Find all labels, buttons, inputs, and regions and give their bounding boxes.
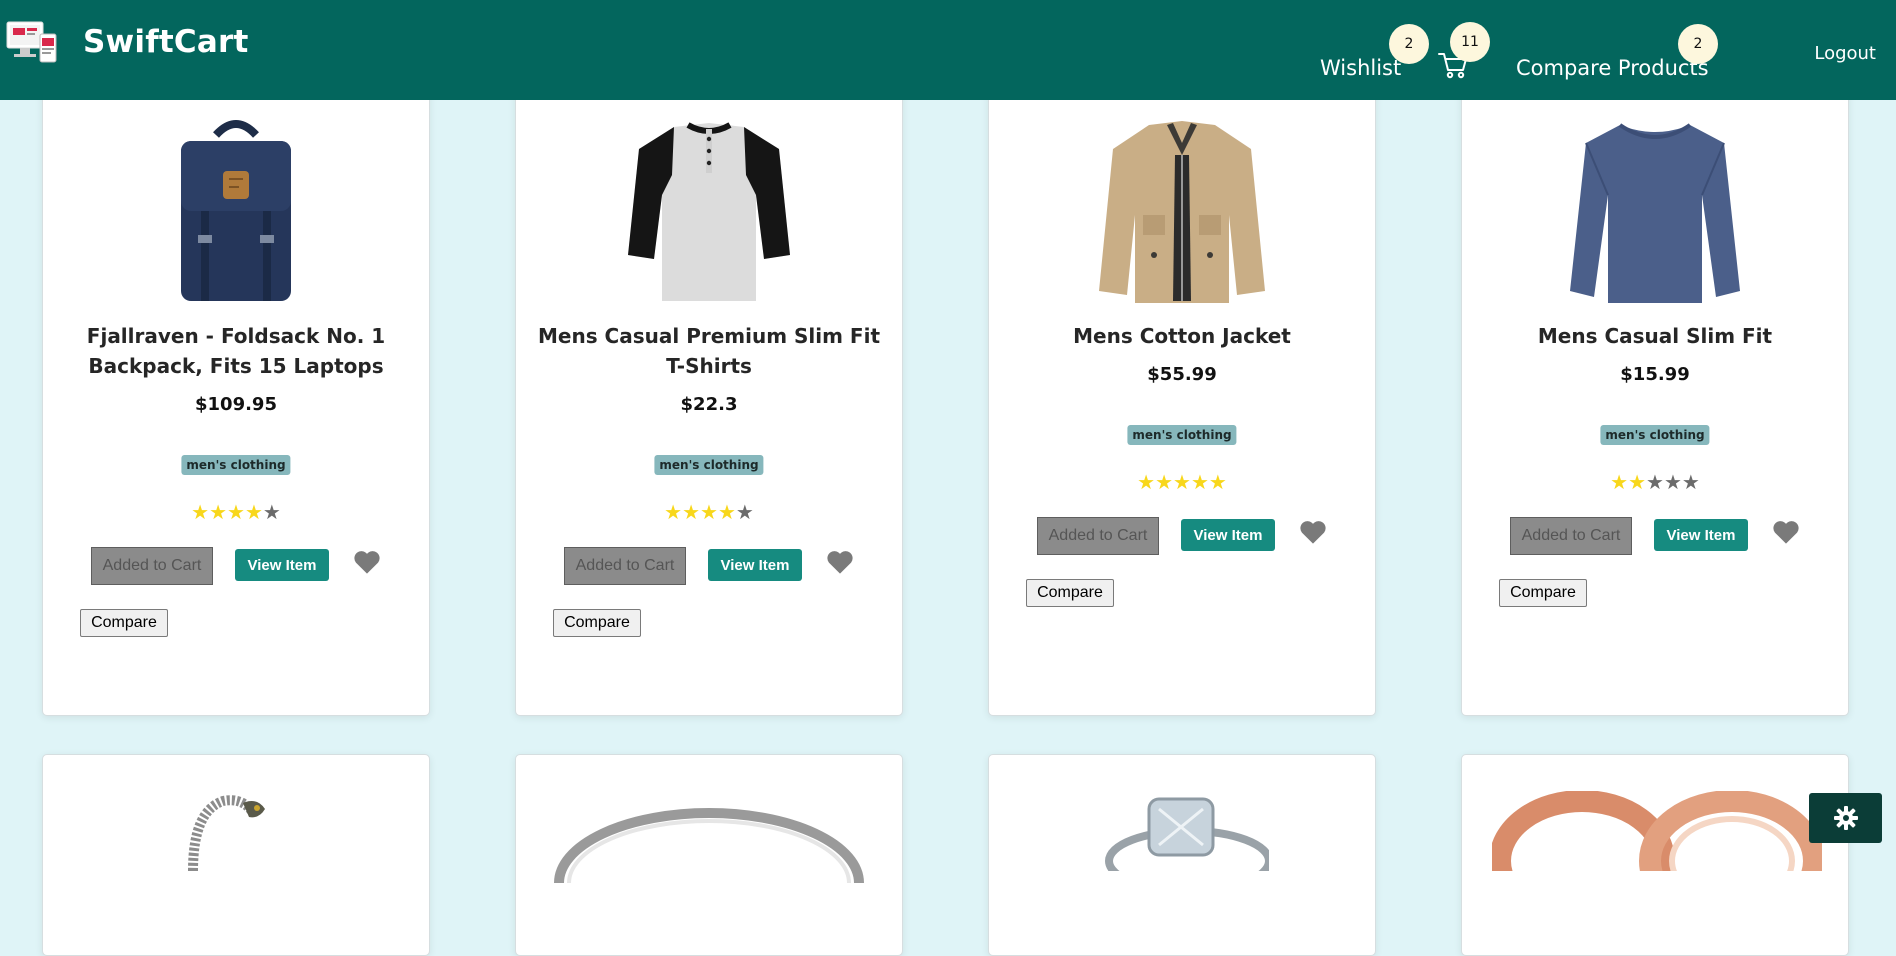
star-icon: ★ (1173, 470, 1191, 494)
star-icon: ★ (1628, 470, 1647, 494)
star-icon: ★ (717, 500, 736, 524)
heart-icon[interactable] (1299, 519, 1327, 545)
rating-stars: ★★★★★ (1462, 471, 1848, 493)
brand-name[interactable]: SwiftCart (83, 24, 248, 60)
view-item-button[interactable]: View Item (1654, 519, 1748, 551)
compare-products-link[interactable]: Compare Products (1516, 56, 1709, 80)
compare-button[interactable]: Compare (553, 609, 641, 637)
product-card: Mens Cotton Jacket $55.99 men's clothing… (988, 60, 1376, 716)
product-title[interactable]: Mens Cotton Jacket (1009, 321, 1355, 351)
compare-button[interactable]: Compare (1026, 579, 1114, 607)
product-price: $15.99 (1620, 364, 1690, 385)
star-icon: ★ (227, 500, 245, 524)
rating-stars: ★★★★★ (989, 471, 1375, 493)
compare-count-badge: 2 (1678, 24, 1718, 64)
product-price: $55.99 (1147, 364, 1217, 385)
compare-button[interactable]: Compare (80, 609, 168, 637)
star-icon: ★ (191, 500, 210, 524)
raglan-shirt-image[interactable] (614, 115, 804, 307)
long-sleeve-shirt-image[interactable] (1560, 115, 1750, 307)
star-icon: ★ (1137, 470, 1156, 494)
bracelet-image[interactable] (173, 791, 293, 871)
product-card: Mens Casual Slim Fit $15.99 men's clothi… (1461, 60, 1849, 716)
star-icon: ★ (1208, 470, 1227, 494)
category-badge: men's clothing (1127, 425, 1237, 445)
added-to-cart-button[interactable]: Added to Cart (564, 547, 686, 585)
jacket-image[interactable] (1087, 115, 1277, 307)
star-icon: ★ (1610, 470, 1629, 494)
star-icon: ★ (262, 500, 281, 524)
navbar: SwiftCart Wishlist 2 11 Compare Products… (0, 0, 1896, 100)
logout-link[interactable]: Logout (1814, 43, 1876, 64)
compare-button[interactable]: Compare (1499, 579, 1587, 607)
product-card: Fjallraven - Foldsack No. 1 Backpack, Fi… (42, 60, 430, 716)
heart-icon[interactable] (353, 549, 381, 575)
star-icon: ★ (735, 500, 754, 524)
heart-icon[interactable] (826, 549, 854, 575)
rating-stars: ★★★★★ (516, 501, 902, 523)
added-to-cart-button[interactable]: Added to Cart (91, 547, 213, 585)
rating-stars: ★★★★★ (43, 501, 429, 523)
wishlist-link[interactable]: Wishlist (1320, 56, 1401, 80)
view-item-button[interactable]: View Item (235, 549, 329, 581)
product-title[interactable]: Fjallraven - Foldsack No. 1 Backpack, Fi… (63, 321, 409, 381)
star-icon: ★ (209, 500, 228, 524)
product-card: Mens Casual Premium Slim Fit T-Shirts $2… (515, 60, 903, 716)
product-card (1461, 754, 1849, 956)
star-icon: ★ (1155, 470, 1174, 494)
star-icon: ★ (1681, 470, 1700, 494)
wishlist-count-badge: 2 (1389, 24, 1429, 64)
product-card (515, 754, 903, 956)
shop-logo-icon[interactable] (6, 20, 58, 64)
cart-count-badge: 11 (1450, 22, 1490, 62)
product-card (42, 754, 430, 956)
product-title[interactable]: Mens Casual Slim Fit (1482, 321, 1828, 351)
product-card (988, 754, 1376, 956)
gear-icon (1833, 806, 1858, 830)
category-badge: men's clothing (654, 455, 764, 475)
product-price: $109.95 (195, 394, 277, 415)
star-icon: ★ (700, 500, 718, 524)
category-badge: men's clothing (181, 455, 291, 475)
product-price: $22.3 (680, 394, 738, 415)
star-icon: ★ (244, 500, 263, 524)
view-item-button[interactable]: View Item (708, 549, 802, 581)
star-icon: ★ (682, 500, 701, 524)
silver-ring-image[interactable] (554, 803, 864, 883)
category-badge: men's clothing (1600, 425, 1710, 445)
star-icon: ★ (1646, 470, 1664, 494)
added-to-cart-button[interactable]: Added to Cart (1510, 517, 1632, 555)
added-to-cart-button[interactable]: Added to Cart (1037, 517, 1159, 555)
rose-gold-rings-image[interactable] (1492, 791, 1822, 871)
view-item-button[interactable]: View Item (1181, 519, 1275, 551)
heart-icon[interactable] (1772, 519, 1800, 545)
star-icon: ★ (664, 500, 683, 524)
settings-button[interactable] (1809, 793, 1882, 843)
backpack-image[interactable] (141, 115, 331, 307)
diamond-ring-image[interactable] (1099, 791, 1269, 871)
star-icon: ★ (1190, 470, 1209, 494)
star-icon: ★ (1663, 470, 1682, 494)
product-title[interactable]: Mens Casual Premium Slim Fit T-Shirts (536, 321, 882, 381)
